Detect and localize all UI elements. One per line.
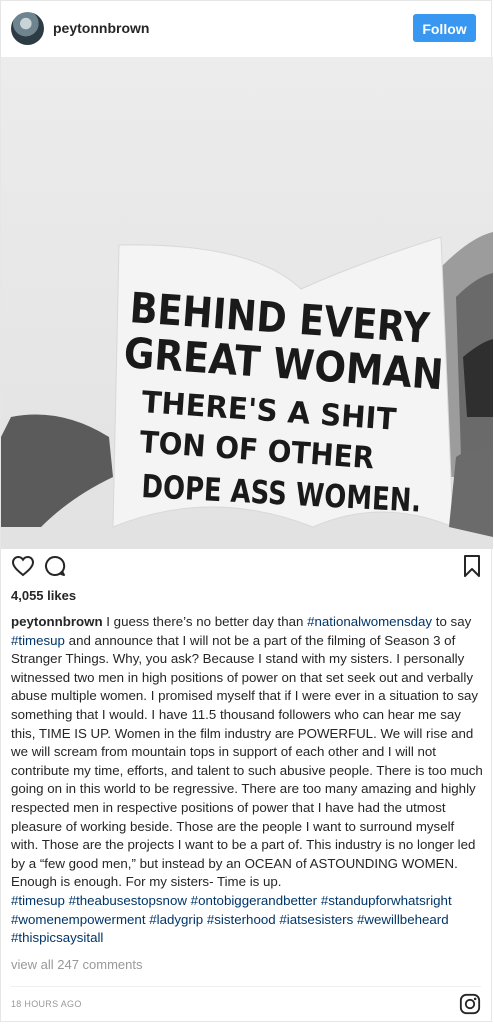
hashtag-link[interactable]: #standupforwhatsright <box>321 893 452 908</box>
avatar[interactable] <box>11 12 44 45</box>
follow-button[interactable]: Follow <box>413 14 476 42</box>
hashtag-link[interactable]: #ladygrip <box>149 912 203 927</box>
caption-text: and announce that I will not be a part o… <box>11 632 483 890</box>
caption-text: to say <box>435 614 472 629</box>
comment-icon[interactable] <box>43 554 67 578</box>
likes-count[interactable]: 4,055 likes <box>11 588 76 603</box>
caption-username[interactable]: peytonnbrown <box>11 614 103 629</box>
bookmark-icon[interactable] <box>460 554 484 578</box>
hashtag-link[interactable]: #timesup <box>11 633 65 648</box>
hashtag-link[interactable]: #womenempowerment <box>11 912 146 927</box>
username-link[interactable]: peytonnbrown <box>53 20 149 36</box>
hashtag-link[interactable]: #iatsesisters <box>279 912 353 927</box>
post-image[interactable]: BEHIND EVERY GREAT WOMAN THERE'S A SHIT … <box>1 57 493 549</box>
post-timestamp[interactable]: 18 HOURS AGO <box>11 999 82 1009</box>
action-bar <box>1 554 491 580</box>
caption-text: I guess there’s no better day than <box>106 614 304 629</box>
hashtag-link[interactable]: #theabusestopsnow <box>69 893 187 908</box>
post-caption: peytonnbrown I guess there’s no better d… <box>11 613 483 948</box>
post-header: peytonnbrown Follow <box>1 1 491 57</box>
hashtag-link[interactable]: #nationalwomensday <box>307 614 432 629</box>
hashtag-link[interactable]: #timesup <box>11 893 65 908</box>
divider <box>11 986 481 987</box>
hashtag-link[interactable]: #ontobiggerandbetter <box>191 893 317 908</box>
hashtag-link[interactable]: #thispicsaysitall <box>11 930 103 945</box>
heart-icon[interactable] <box>11 554 35 578</box>
view-all-comments-link[interactable]: view all 247 comments <box>11 957 143 972</box>
instagram-post: peytonnbrown Follow BEHIND EVERY GREAT W… <box>0 0 493 1022</box>
hashtag-link[interactable]: #sisterhood <box>207 912 276 927</box>
instagram-icon[interactable] <box>459 993 481 1015</box>
hashtag-link[interactable]: #wewillbeheard <box>357 912 449 927</box>
